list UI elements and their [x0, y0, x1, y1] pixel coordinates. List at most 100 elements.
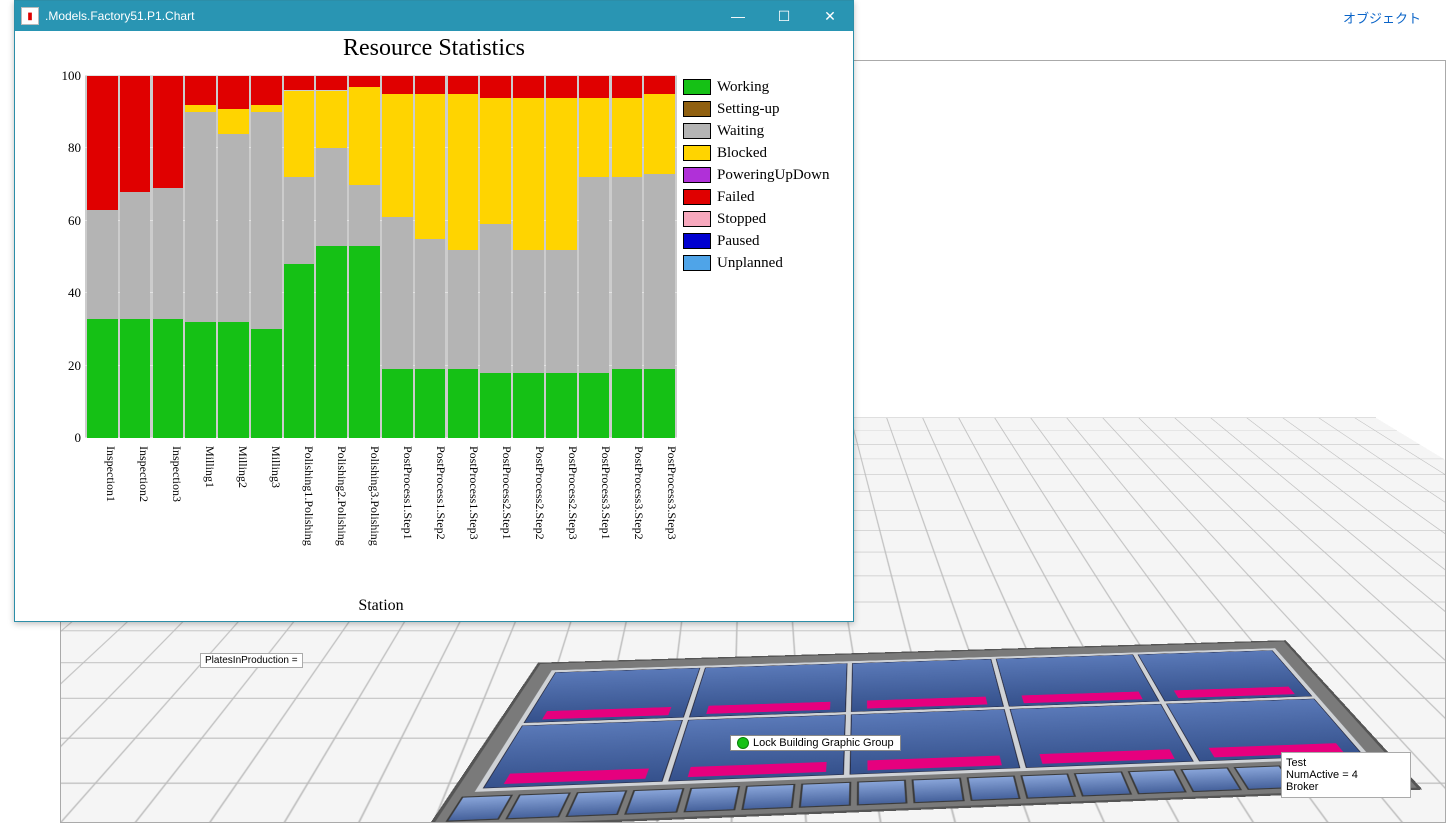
bar-column — [612, 76, 643, 438]
bar-segment — [87, 76, 118, 210]
lock-building-toggle[interactable]: Lock Building Graphic Group — [730, 735, 901, 751]
legend-label: Setting-up — [717, 101, 780, 118]
legend-swatch — [683, 123, 711, 139]
bar-segment — [415, 76, 446, 94]
bar-column — [480, 76, 511, 438]
bar-column — [513, 76, 544, 438]
x-tick: Milling1 — [186, 442, 217, 612]
bar-segment — [579, 177, 610, 372]
chart-body: Resource Statistics 020406080100 Inspect… — [15, 31, 853, 621]
legend-item: Unplanned — [683, 252, 830, 274]
legend-item: Stopped — [683, 208, 830, 230]
bar-segment — [579, 373, 610, 438]
panel-numactive: NumActive = 4 — [1286, 769, 1406, 781]
y-tick: 80 — [68, 140, 81, 156]
plates-label: PlatesInProduction = — [200, 653, 303, 668]
maximize-button[interactable]: ☐ — [761, 1, 807, 31]
bar-column — [579, 76, 610, 438]
x-tick: PostProcess1.Step1 — [384, 442, 415, 612]
legend-item: Setting-up — [683, 98, 830, 120]
bar-segment — [120, 319, 151, 438]
legend-swatch — [683, 211, 711, 227]
lock-indicator-icon — [737, 737, 749, 749]
y-tick: 60 — [68, 213, 81, 229]
legend-swatch — [683, 189, 711, 205]
bar-segment — [612, 369, 643, 438]
lock-label: Lock Building Graphic Group — [753, 737, 894, 749]
legend-label: Working — [717, 79, 769, 96]
bar-segment — [448, 94, 479, 250]
bar-segment — [415, 94, 446, 239]
bar-segment — [251, 112, 282, 329]
plot-area — [85, 76, 677, 438]
bar-segment — [644, 94, 675, 174]
bar-segment — [153, 319, 184, 438]
bar-segment — [349, 87, 380, 185]
bar-segment — [513, 76, 544, 98]
bar-segment — [579, 76, 610, 98]
bar-segment — [349, 185, 380, 247]
bar-segment — [644, 369, 675, 438]
window-titlebar[interactable]: ▮ .Models.Factory51.P1.Chart — ☐ ✕ — [15, 1, 853, 31]
bar-segment — [284, 177, 315, 264]
legend-item: Blocked — [683, 142, 830, 164]
y-tick: 0 — [75, 430, 82, 446]
bar-segment — [546, 250, 577, 373]
legend: WorkingSetting-upWaitingBlockedPoweringU… — [683, 76, 830, 274]
legend-item: Waiting — [683, 120, 830, 142]
x-axis: Inspection1Inspection2Inspection3Milling… — [85, 442, 681, 612]
bar-segment — [448, 369, 479, 438]
x-axis-label: Station — [85, 597, 677, 615]
bar-segment — [579, 98, 610, 178]
legend-swatch — [683, 233, 711, 249]
bar-segment — [612, 76, 643, 98]
legend-label: Failed — [717, 189, 755, 206]
y-tick: 40 — [68, 285, 81, 301]
bar-segment — [284, 264, 315, 438]
bar-column — [382, 76, 413, 438]
bar-segment — [316, 91, 347, 149]
bar-column — [251, 76, 282, 438]
legend-swatch — [683, 101, 711, 117]
y-tick: 20 — [68, 358, 81, 374]
info-panel: Test NumActive = 4 Broker — [1281, 752, 1411, 798]
bar-segment — [480, 224, 511, 372]
x-tick: PostProcess2.Step2 — [516, 442, 547, 612]
bar-column — [546, 76, 577, 438]
x-tick: Polishing3.Polishing — [351, 442, 382, 612]
x-tick: PostProcess3.Step1 — [582, 442, 613, 612]
close-button[interactable]: ✕ — [807, 1, 853, 31]
bar-segment — [185, 105, 216, 112]
window-title: .Models.Factory51.P1.Chart — [45, 9, 194, 23]
bar-segment — [480, 98, 511, 225]
legend-item: Failed — [683, 186, 830, 208]
bar-column — [218, 76, 249, 438]
bar-segment — [87, 210, 118, 319]
bar-column — [448, 76, 479, 438]
x-tick: PostProcess1.Step3 — [450, 442, 481, 612]
legend-label: Paused — [717, 233, 760, 250]
tab-object[interactable]: オブジェクト — [1343, 8, 1421, 27]
bar-segment — [284, 91, 315, 178]
panel-test: Test — [1286, 757, 1406, 769]
chart-window: ▮ .Models.Factory51.P1.Chart — ☐ ✕ Resou… — [14, 0, 854, 622]
bar-segment — [513, 98, 544, 250]
bar-segment — [382, 94, 413, 217]
bar-segment — [612, 177, 643, 369]
bar-segment — [218, 322, 249, 438]
legend-item: Paused — [683, 230, 830, 252]
minimize-button[interactable]: — — [715, 1, 761, 31]
bar-segment — [612, 98, 643, 178]
bar-segment — [448, 250, 479, 369]
y-axis: 020406080100 — [55, 76, 83, 438]
bar-segment — [415, 239, 446, 369]
bar-column — [316, 76, 347, 438]
bar-segment — [415, 369, 446, 438]
x-tick: Polishing1.Polishing — [285, 442, 316, 612]
x-tick: Inspection1 — [87, 442, 118, 612]
bar-segment — [185, 322, 216, 438]
bar-segment — [546, 373, 577, 438]
x-tick: Inspection2 — [120, 442, 151, 612]
bar-segment — [382, 369, 413, 438]
bar-column — [284, 76, 315, 438]
